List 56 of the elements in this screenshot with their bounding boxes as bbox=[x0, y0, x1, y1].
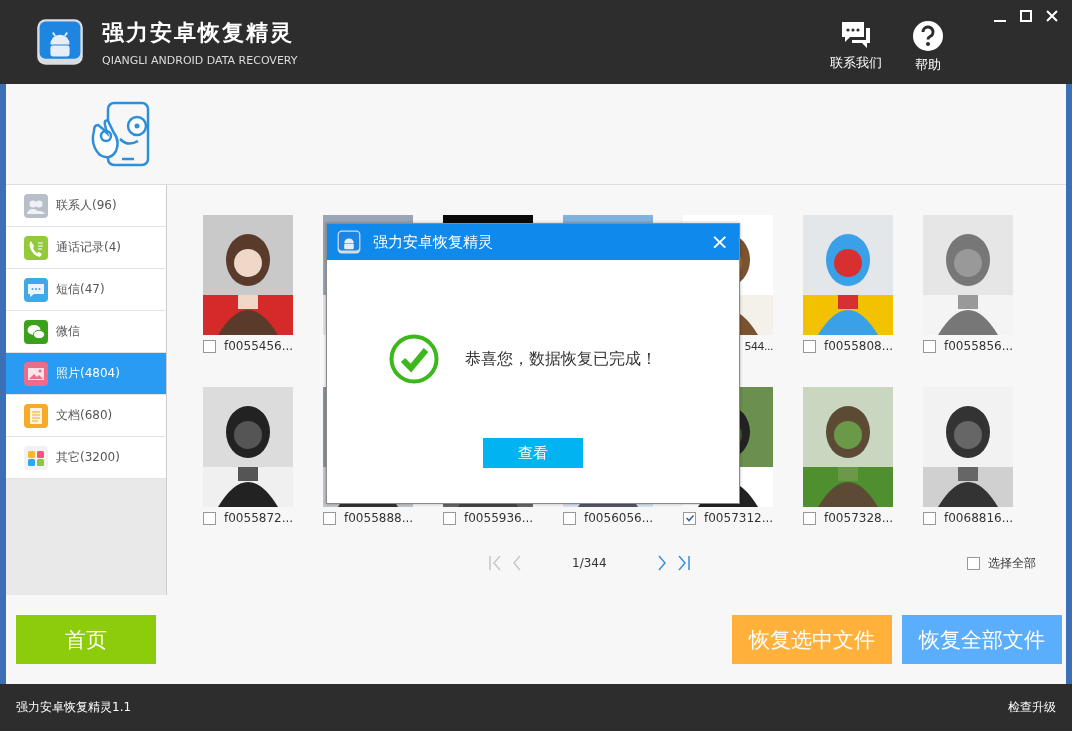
file-name: f0055936... bbox=[464, 511, 534, 525]
checkbox[interactable] bbox=[443, 511, 456, 525]
file-name: f0056056... bbox=[584, 511, 654, 525]
android-logo-icon bbox=[337, 230, 361, 254]
sidebar-item[interactable]: 微信 bbox=[6, 311, 166, 353]
file-name: f0055856... bbox=[944, 339, 1014, 353]
sidebar-item[interactable]: 其它(3200) bbox=[6, 437, 166, 479]
sidebar-item[interactable]: 短信(47) bbox=[6, 269, 166, 311]
contact-button[interactable]: 联系我们 bbox=[830, 20, 882, 74]
close-icon[interactable] bbox=[1046, 10, 1058, 22]
file-name: f0057312... bbox=[704, 511, 774, 525]
checkbox[interactable] bbox=[967, 556, 980, 570]
checkbox[interactable] bbox=[923, 339, 936, 353]
checkbox[interactable] bbox=[923, 511, 936, 525]
app-title: 强力安卓恢复精灵 bbox=[102, 18, 295, 47]
checkbox[interactable] bbox=[683, 511, 696, 525]
checkbox[interactable] bbox=[203, 511, 216, 525]
sidebar-item[interactable]: 通话记录(4) bbox=[6, 227, 166, 269]
dialog-title: 强力安卓恢复精灵 bbox=[373, 232, 493, 252]
file-name: f0057328... bbox=[824, 511, 894, 525]
checkbox[interactable] bbox=[803, 339, 816, 353]
chat-icon bbox=[24, 319, 48, 344]
file-name: f0055888... bbox=[344, 511, 414, 525]
help-button[interactable]: 帮助 bbox=[912, 20, 944, 74]
image-icon bbox=[24, 361, 48, 386]
file-name: 544... bbox=[744, 339, 773, 353]
checkbox[interactable] bbox=[323, 511, 336, 525]
document-icon bbox=[24, 403, 48, 428]
help-icon bbox=[912, 20, 944, 52]
page-indicator: 1/344 bbox=[572, 556, 607, 570]
success-check-icon bbox=[389, 334, 439, 384]
close-button[interactable]: × bbox=[710, 231, 729, 253]
next-page-icon[interactable] bbox=[656, 555, 667, 571]
sidebar-item[interactable]: 文档(680) bbox=[6, 395, 166, 437]
file-name: f0055872... bbox=[224, 511, 294, 525]
checkbox[interactable] bbox=[563, 511, 576, 525]
previous-page-icon[interactable] bbox=[512, 555, 522, 571]
chat-bubbles-icon bbox=[840, 20, 872, 50]
checkbox[interactable] bbox=[203, 339, 216, 353]
success-message: 恭喜您，数据恢复已完成！ bbox=[465, 348, 657, 370]
maximize-icon[interactable] bbox=[1020, 10, 1032, 22]
app-grid-icon bbox=[24, 445, 48, 470]
file-name: f0068816... bbox=[944, 511, 1014, 525]
file-name: f0055808... bbox=[824, 339, 894, 353]
first-page-icon[interactable] bbox=[488, 555, 504, 571]
sidebar-item[interactable]: 联系人(96) bbox=[6, 185, 166, 227]
android-logo-icon bbox=[36, 18, 84, 66]
phone-call-icon bbox=[24, 235, 48, 260]
message-icon bbox=[24, 277, 48, 302]
file-name: f0055456... bbox=[224, 339, 294, 353]
contacts-icon bbox=[24, 193, 48, 218]
checkbox[interactable] bbox=[803, 511, 816, 525]
app-subtitle: QIANGLI ANDROID DATA RECOVERY bbox=[102, 53, 298, 67]
check-update-link[interactable]: 检查升级 bbox=[1008, 699, 1056, 716]
select-all-label: 选择全部 bbox=[988, 554, 1036, 572]
version-label: 强力安卓恢复精灵1.1 bbox=[16, 699, 132, 716]
